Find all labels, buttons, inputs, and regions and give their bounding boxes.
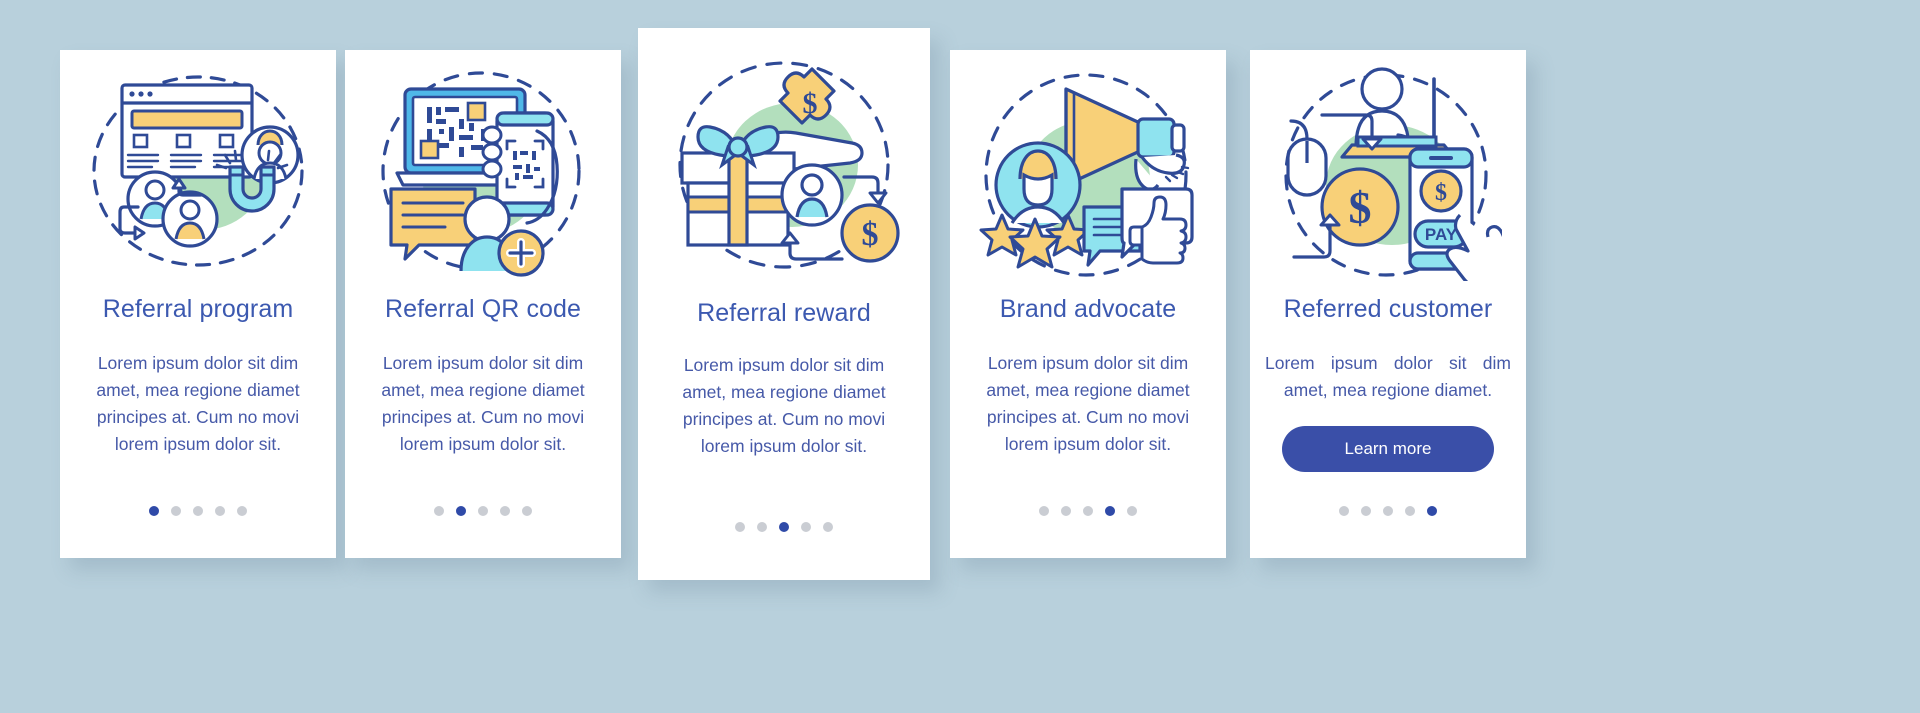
card-title: Referral QR code bbox=[384, 295, 582, 323]
pagination-dot-2[interactable] bbox=[171, 506, 181, 516]
pagination-dot-4[interactable] bbox=[500, 506, 510, 516]
referral-reward-illustration: $ $ bbox=[638, 42, 930, 297]
card-title: Brand advocate bbox=[999, 295, 1177, 323]
referral-program-illustration bbox=[60, 56, 336, 291]
pagination-dot-5[interactable] bbox=[522, 506, 532, 516]
onboarding-card-referral-qr-code[interactable]: Referral QR code Lorem ipsum dolor sit d… bbox=[345, 50, 621, 558]
card-body-text: Lorem ipsum dolor sit dim amet, mea regi… bbox=[986, 353, 1190, 455]
svg-text:$: $ bbox=[1349, 182, 1372, 233]
pagination-dot-1[interactable] bbox=[1339, 506, 1349, 516]
pagination-dots[interactable] bbox=[345, 506, 621, 516]
pagination-dots[interactable] bbox=[60, 506, 336, 516]
card-body-text: Lorem ipsum dolor sit dim amet, mea regi… bbox=[96, 353, 300, 455]
pagination-dot-1[interactable] bbox=[149, 506, 159, 516]
referral-qr-code-illustration bbox=[345, 56, 621, 291]
pagination-dot-5[interactable] bbox=[823, 522, 833, 532]
onboarding-card-referral-program[interactable]: Referral program Lorem ipsum dolor sit d… bbox=[60, 50, 336, 558]
pagination-dot-4[interactable] bbox=[1405, 506, 1415, 516]
pagination-dot-1[interactable] bbox=[1039, 506, 1049, 516]
onboarding-card-referred-customer[interactable]: $ $ PAY Referred customer Lorem ipsum do… bbox=[1250, 50, 1526, 558]
card-title: Referral reward bbox=[697, 299, 871, 327]
learn-more-button[interactable]: Learn more bbox=[1282, 426, 1494, 473]
pagination-dot-2[interactable] bbox=[456, 506, 466, 516]
pagination-dot-2[interactable] bbox=[1361, 506, 1371, 516]
pagination-dot-3[interactable] bbox=[1383, 506, 1393, 516]
pagination-dot-5[interactable] bbox=[1427, 506, 1437, 516]
pagination-dot-2[interactable] bbox=[1061, 506, 1071, 516]
pagination-dot-1[interactable] bbox=[735, 522, 745, 532]
pagination-dot-3[interactable] bbox=[1083, 506, 1093, 516]
pagination-dot-3[interactable] bbox=[193, 506, 203, 516]
pagination-dot-5[interactable] bbox=[237, 506, 247, 516]
onboarding-screens-stage: Referral program Lorem ipsum dolor sit d… bbox=[0, 0, 1920, 713]
svg-text:PAY: PAY bbox=[1425, 225, 1458, 244]
card-title: Referred customer bbox=[1283, 295, 1493, 323]
svg-text:$: $ bbox=[1435, 180, 1447, 206]
card-body-text: Lorem ipsum dolor sit dim amet, mea regi… bbox=[682, 355, 886, 457]
onboarding-card-brand-advocate[interactable]: Brand advocate Lorem ipsum dolor sit dim… bbox=[950, 50, 1226, 558]
pagination-dot-5[interactable] bbox=[1127, 506, 1137, 516]
pagination-dot-1[interactable] bbox=[434, 506, 444, 516]
pagination-dots[interactable] bbox=[638, 522, 930, 532]
svg-text:$: $ bbox=[862, 216, 879, 253]
pagination-dot-3[interactable] bbox=[478, 506, 488, 516]
pagination-dots[interactable] bbox=[1250, 506, 1526, 516]
svg-text:$: $ bbox=[803, 87, 818, 120]
pagination-dot-2[interactable] bbox=[757, 522, 767, 532]
pagination-dot-3[interactable] bbox=[779, 522, 789, 532]
card-body-text: Lorem ipsum dolor sit dim amet, mea regi… bbox=[1265, 353, 1511, 401]
referred-customer-illustration: $ $ PAY bbox=[1250, 56, 1526, 291]
pagination-dot-4[interactable] bbox=[801, 522, 811, 532]
pagination-dots[interactable] bbox=[950, 506, 1226, 516]
card-title: Referral program bbox=[102, 295, 294, 323]
card-body-text: Lorem ipsum dolor sit dim amet, mea regi… bbox=[381, 353, 585, 455]
onboarding-card-referral-reward[interactable]: $ $ Referral reward Lorem ipsum dolor si… bbox=[638, 28, 930, 580]
brand-advocate-illustration bbox=[950, 56, 1226, 291]
pagination-dot-4[interactable] bbox=[1105, 506, 1115, 516]
pagination-dot-4[interactable] bbox=[215, 506, 225, 516]
